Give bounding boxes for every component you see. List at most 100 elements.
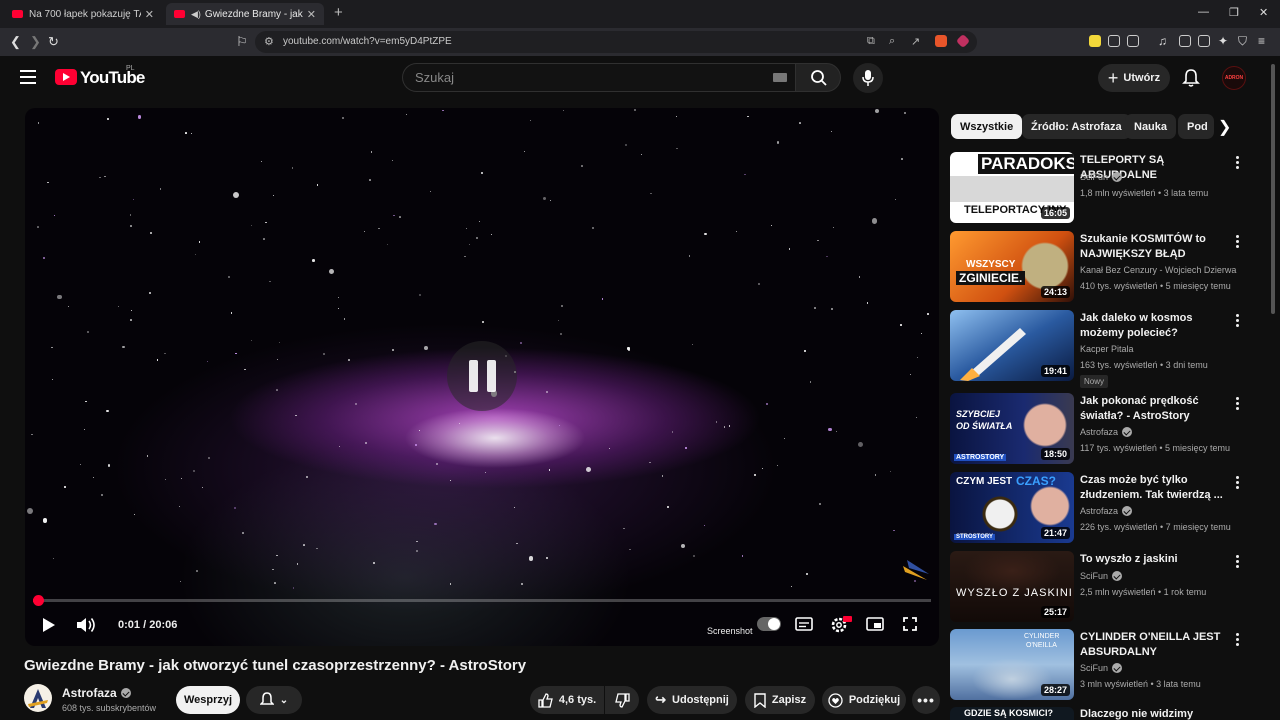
video-thumbnail[interactable]: GDZIE SĄ KOSMICI? xyxy=(950,707,1074,720)
minimize-icon[interactable]: — xyxy=(1198,6,1209,18)
menu-icon[interactable]: ≡ xyxy=(1258,34,1265,48)
channel-name-text[interactable]: SciFun xyxy=(1080,172,1108,182)
more-vertical-icon[interactable] xyxy=(1236,555,1240,570)
audio-playing-icon[interactable]: ◀) xyxy=(191,9,201,20)
recommendation-item[interactable]: CZYM JEST CZAS? STROSTORY 21:47 Czas moż… xyxy=(950,472,1250,546)
support-button[interactable]: Wesprzyj xyxy=(176,686,240,714)
volume-icon[interactable] xyxy=(75,616,97,634)
channel-name-text[interactable]: Kanał Bez Cenzury - Wojciech Dzierwa xyxy=(1080,265,1236,275)
save-button[interactable]: Zapisz xyxy=(745,686,815,714)
channel-avatar[interactable] xyxy=(24,684,52,712)
recommendation-item[interactable]: CYLINDER O'NEILLA 28:27 CYLINDER O'NEILL… xyxy=(950,629,1250,703)
notifications-bell-icon[interactable] xyxy=(1182,68,1200,88)
vpn-icon[interactable]: ⛉ xyxy=(1238,34,1247,49)
recommendation-item[interactable]: WSZYSCY ZGINIECIE. 24:13 Szukanie KOSMIT… xyxy=(950,231,1250,305)
recommendation-title[interactable]: Jak pokonać prędkość światła? - AstroSto… xyxy=(1080,394,1230,424)
ai-icon[interactable]: ✦ xyxy=(1218,34,1228,48)
close-window-icon[interactable]: ✕ xyxy=(1259,6,1268,19)
play-icon[interactable] xyxy=(39,616,57,634)
more-vertical-icon[interactable] xyxy=(1236,235,1240,250)
search-button[interactable] xyxy=(795,63,841,92)
progress-scrubber[interactable] xyxy=(33,595,45,606)
settings-gear-icon[interactable] xyxy=(830,616,852,634)
subtitles-icon[interactable] xyxy=(795,616,813,632)
bookmark-icon[interactable]: ⚐ xyxy=(236,34,248,50)
like-button[interactable]: 4,6 tys. xyxy=(530,686,604,714)
channel-name[interactable]: Astrofaza xyxy=(62,686,131,700)
back-icon[interactable]: ❮ xyxy=(10,34,21,50)
recommendation-title[interactable]: Czas może być tylko złudzeniem. Tak twie… xyxy=(1080,473,1230,503)
recommendation-title[interactable]: Szukanie KOSMITÓW to NAJWIĘKSZY BŁĄD Lud… xyxy=(1080,232,1230,263)
recommendation-title[interactable]: CYLINDER O'NEILLA JEST ABSURDALNY xyxy=(1080,630,1230,660)
channel-watermark-icon[interactable] xyxy=(901,556,931,584)
account-avatar[interactable]: ADRON xyxy=(1222,66,1246,90)
recommendation-channel[interactable]: SciFun xyxy=(1080,663,1123,673)
recommendation-channel[interactable]: Astrofaza xyxy=(1080,427,1133,437)
recommendation-title[interactable]: Dlaczego nie widzimy xyxy=(1080,708,1193,720)
channel-name-text[interactable]: Astrofaza xyxy=(1080,506,1118,516)
video-thumbnail[interactable]: PARADOKS TELEPORTACYJNY 16:05 xyxy=(950,152,1074,223)
recommendation-title[interactable]: To wyszło z jaskini xyxy=(1080,552,1230,567)
share-page-icon[interactable]: ↗ xyxy=(911,35,920,48)
recommendation-title[interactable]: Jak daleko w kosmos możemy polecieć? xyxy=(1080,311,1230,341)
notification-bell-button[interactable]: ⌄ xyxy=(246,686,302,714)
voice-search-button[interactable] xyxy=(853,63,883,93)
video-thumbnail[interactable]: 19:41 xyxy=(950,310,1074,381)
address-bar[interactable]: ⚙ youtube.com/watch?v=em5yD4PtZPE ⧉ ⌕ ↗ xyxy=(255,31,977,53)
recommendation-channel[interactable]: SciFun xyxy=(1080,571,1123,581)
rewards-icon[interactable] xyxy=(955,33,971,49)
channel-name-text[interactable]: Kacper Pitala xyxy=(1080,344,1134,354)
wallet-icon[interactable] xyxy=(1198,35,1210,47)
miniplayer-icon[interactable] xyxy=(866,616,884,632)
channel-name-text[interactable]: SciFun xyxy=(1080,663,1108,673)
recommendation-channel[interactable]: Kacper Pitala xyxy=(1080,344,1134,354)
browser-tab[interactable]: Na 700 łapek pokazuję TATUAŻ - You ✕ xyxy=(4,3,162,25)
more-vertical-icon[interactable] xyxy=(1236,156,1240,171)
extension-icon[interactable] xyxy=(1089,35,1101,47)
more-vertical-icon[interactable] xyxy=(1236,314,1240,329)
video-thumbnail[interactable]: WSZYSCY ZGINIECIE. 24:13 xyxy=(950,231,1074,302)
channel-name-text[interactable]: SciFun xyxy=(1080,571,1108,581)
video-thumbnail[interactable]: SZYBCIEJ OD ŚWIATŁA ASTROSTORY 18:50 xyxy=(950,393,1074,464)
extension-icon[interactable] xyxy=(1127,35,1139,47)
recommendation-channel[interactable]: SciFun xyxy=(1080,172,1123,182)
recommendation-item[interactable]: WYSZŁO Z JASKINI 25:17 To wyszło z jaski… xyxy=(950,551,1250,625)
reload-icon[interactable]: ↻ xyxy=(48,34,59,50)
browser-tab-active[interactable]: ◀) Gwiezdne Bramy - jak otworzy ✕ xyxy=(166,3,324,25)
chevron-right-icon[interactable]: ❯ xyxy=(1218,117,1231,137)
brave-shield-icon[interactable] xyxy=(935,35,947,47)
close-tab-icon[interactable]: ✕ xyxy=(307,8,316,21)
video-thumbnail[interactable]: CZYM JEST CZAS? STROSTORY 21:47 xyxy=(950,472,1074,543)
chip-partial[interactable]: Pod xyxy=(1178,114,1214,139)
autoplay-toggle[interactable] xyxy=(757,617,781,631)
create-button[interactable]: + Utwórz xyxy=(1098,64,1170,92)
keyboard-icon[interactable] xyxy=(773,73,787,82)
site-info-icon[interactable]: ⚙ xyxy=(264,35,274,48)
sidebar-icon[interactable] xyxy=(1179,35,1191,47)
search-input[interactable] xyxy=(415,70,755,85)
pause-overlay-icon[interactable] xyxy=(447,341,517,411)
share-button[interactable]: ↪ Udostępnij xyxy=(647,686,737,714)
new-tab-icon[interactable]: + xyxy=(334,4,343,21)
progress-bar[interactable] xyxy=(33,595,931,606)
chip-science[interactable]: Nauka xyxy=(1125,114,1177,139)
recommendation-channel[interactable]: Astrofaza xyxy=(1080,506,1133,516)
youtube-logo-icon[interactable] xyxy=(55,69,77,85)
hamburger-menu-icon[interactable] xyxy=(20,70,36,88)
video-player[interactable]: 0:01 / 20:06 Screenshot xyxy=(25,108,939,646)
extension-icon[interactable] xyxy=(1108,35,1120,47)
chip-source-astrofaza[interactable]: Źródło: Astrofaza xyxy=(1022,114,1131,139)
more-vertical-icon[interactable] xyxy=(1236,476,1240,491)
video-thumbnail[interactable]: WYSZŁO Z JASKINI 25:17 xyxy=(950,551,1074,622)
media-icon[interactable]: ♫ xyxy=(1158,34,1167,48)
chip-all[interactable]: Wszystkie xyxy=(951,114,1023,139)
video-thumbnail[interactable]: CYLINDER O'NEILLA 28:27 xyxy=(950,629,1074,700)
fullscreen-icon[interactable] xyxy=(902,616,918,632)
close-tab-icon[interactable]: ✕ xyxy=(145,8,154,21)
forward-icon[interactable]: ❯ xyxy=(30,34,41,50)
recommendation-item[interactable]: 19:41 Jak daleko w kosmos możemy polecie… xyxy=(950,310,1250,388)
more-actions-button[interactable]: ••• xyxy=(912,686,940,714)
search-box[interactable] xyxy=(402,63,795,92)
channel-name-text[interactable]: Astrofaza xyxy=(62,686,117,700)
dislike-button[interactable] xyxy=(605,686,639,714)
